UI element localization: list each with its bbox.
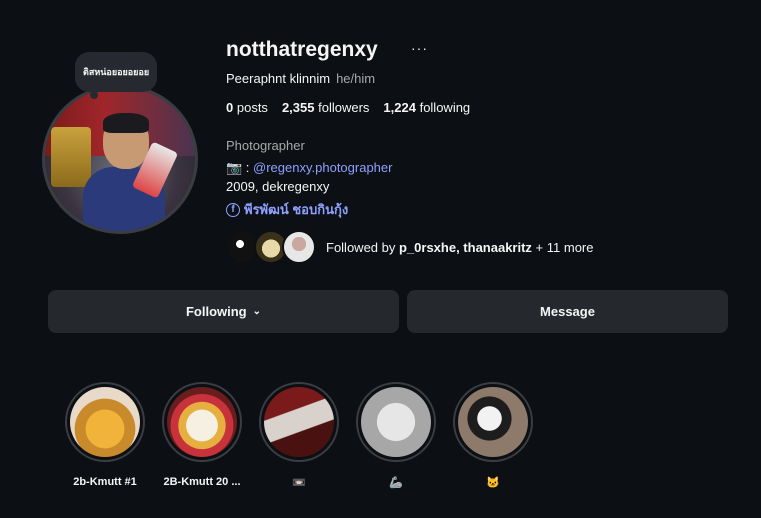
story-highlight[interactable]: 2B-Kmutt 20 ...: [159, 382, 245, 488]
highlight-ring: [65, 382, 145, 462]
following-button[interactable]: Following ⌄: [48, 290, 399, 333]
avatar-gold-decor: [51, 127, 91, 187]
more-options-icon[interactable]: ···: [411, 40, 428, 56]
followers-label: followers: [318, 100, 370, 115]
full-name: Peeraphnt klinnim: [226, 71, 331, 86]
bio-mention-link[interactable]: @regenxy.photographer: [253, 160, 392, 175]
profile-avatar[interactable]: [42, 84, 198, 234]
followed-by[interactable]: Followed by p_0rsxhe, thanaakritz + 11 m…: [226, 230, 593, 264]
bio-prefix: 📷 :: [226, 160, 254, 175]
followed-by-suffix: + 11 more: [531, 239, 594, 255]
followed-by-prefix: Followed by: [326, 239, 399, 255]
highlight-cover: [361, 387, 431, 457]
story-highlight[interactable]: 📼: [256, 382, 342, 489]
story-highlight[interactable]: 2b-Kmutt #1: [62, 382, 148, 488]
highlight-cover: [264, 387, 334, 457]
facebook-link[interactable]: f พีรพัฒน์ ชอบกินกุ้ง: [226, 199, 348, 220]
following-count: 1,224: [383, 100, 416, 115]
following-button-label: Following: [185, 304, 247, 319]
highlight-ring: [162, 382, 242, 462]
highlight-ring: [453, 382, 533, 462]
followed-by-users[interactable]: p_0rsxhe, thanaakritz: [399, 240, 532, 255]
highlight-label: 2B-Kmutt 20 ...: [163, 476, 241, 488]
chevron-down-icon: ⌄: [252, 306, 262, 317]
highlight-cover: [167, 387, 237, 457]
message-button[interactable]: Message: [407, 290, 728, 333]
posts-stat: 0 posts: [226, 100, 268, 115]
profile-note[interactable]: ติสหน่อยอยอยอย: [75, 52, 158, 92]
profile-category: Photographer: [226, 138, 305, 153]
story-highlight[interactable]: 🦾: [353, 382, 439, 489]
followers-stat[interactable]: 2,355 followers: [282, 100, 369, 115]
highlight-label: 📼: [292, 477, 306, 489]
full-name-row: Peeraphnt klinnim he/him: [226, 71, 375, 86]
profile-stats: 0 posts 2,355 followers 1,224 following: [226, 100, 470, 115]
posts-count: 0: [226, 100, 234, 115]
pronouns: he/him: [336, 71, 376, 86]
highlight-cover: [70, 387, 140, 457]
highlight-label: 2b-Kmutt #1: [73, 476, 137, 488]
following-stat[interactable]: 1,224 following: [383, 100, 470, 115]
followers-count: 2,355: [281, 100, 315, 115]
avatar-hair: [103, 113, 149, 133]
following-label: following: [419, 100, 471, 115]
facebook-icon: f: [226, 202, 240, 217]
username: notthatregenxy: [226, 38, 378, 61]
highlight-ring: [259, 382, 339, 462]
message-button-label: Message: [540, 304, 595, 319]
facebook-name: พีรพัฒน์ ชอบกินกุ้ง: [244, 202, 349, 217]
posts-label: posts: [236, 100, 268, 115]
profile-avatar-wrap[interactable]: [42, 84, 202, 236]
highlight-ring: [356, 382, 436, 462]
highlight-cover: [458, 387, 528, 457]
follower-avatar: [282, 230, 316, 264]
followed-by-text: Followed by p_0rsxhe, thanaakritz + 11 m…: [326, 240, 593, 255]
story-highlight[interactable]: 🐱: [450, 382, 536, 489]
bio-line-2: 2009, dekregenxy: [226, 179, 330, 194]
highlight-label: 🐱: [486, 477, 500, 489]
highlight-label: 🦾: [389, 477, 403, 489]
bio-line-1: 📷 : @regenxy.photographer: [226, 160, 392, 176]
note-bubble-tail: [90, 91, 98, 99]
